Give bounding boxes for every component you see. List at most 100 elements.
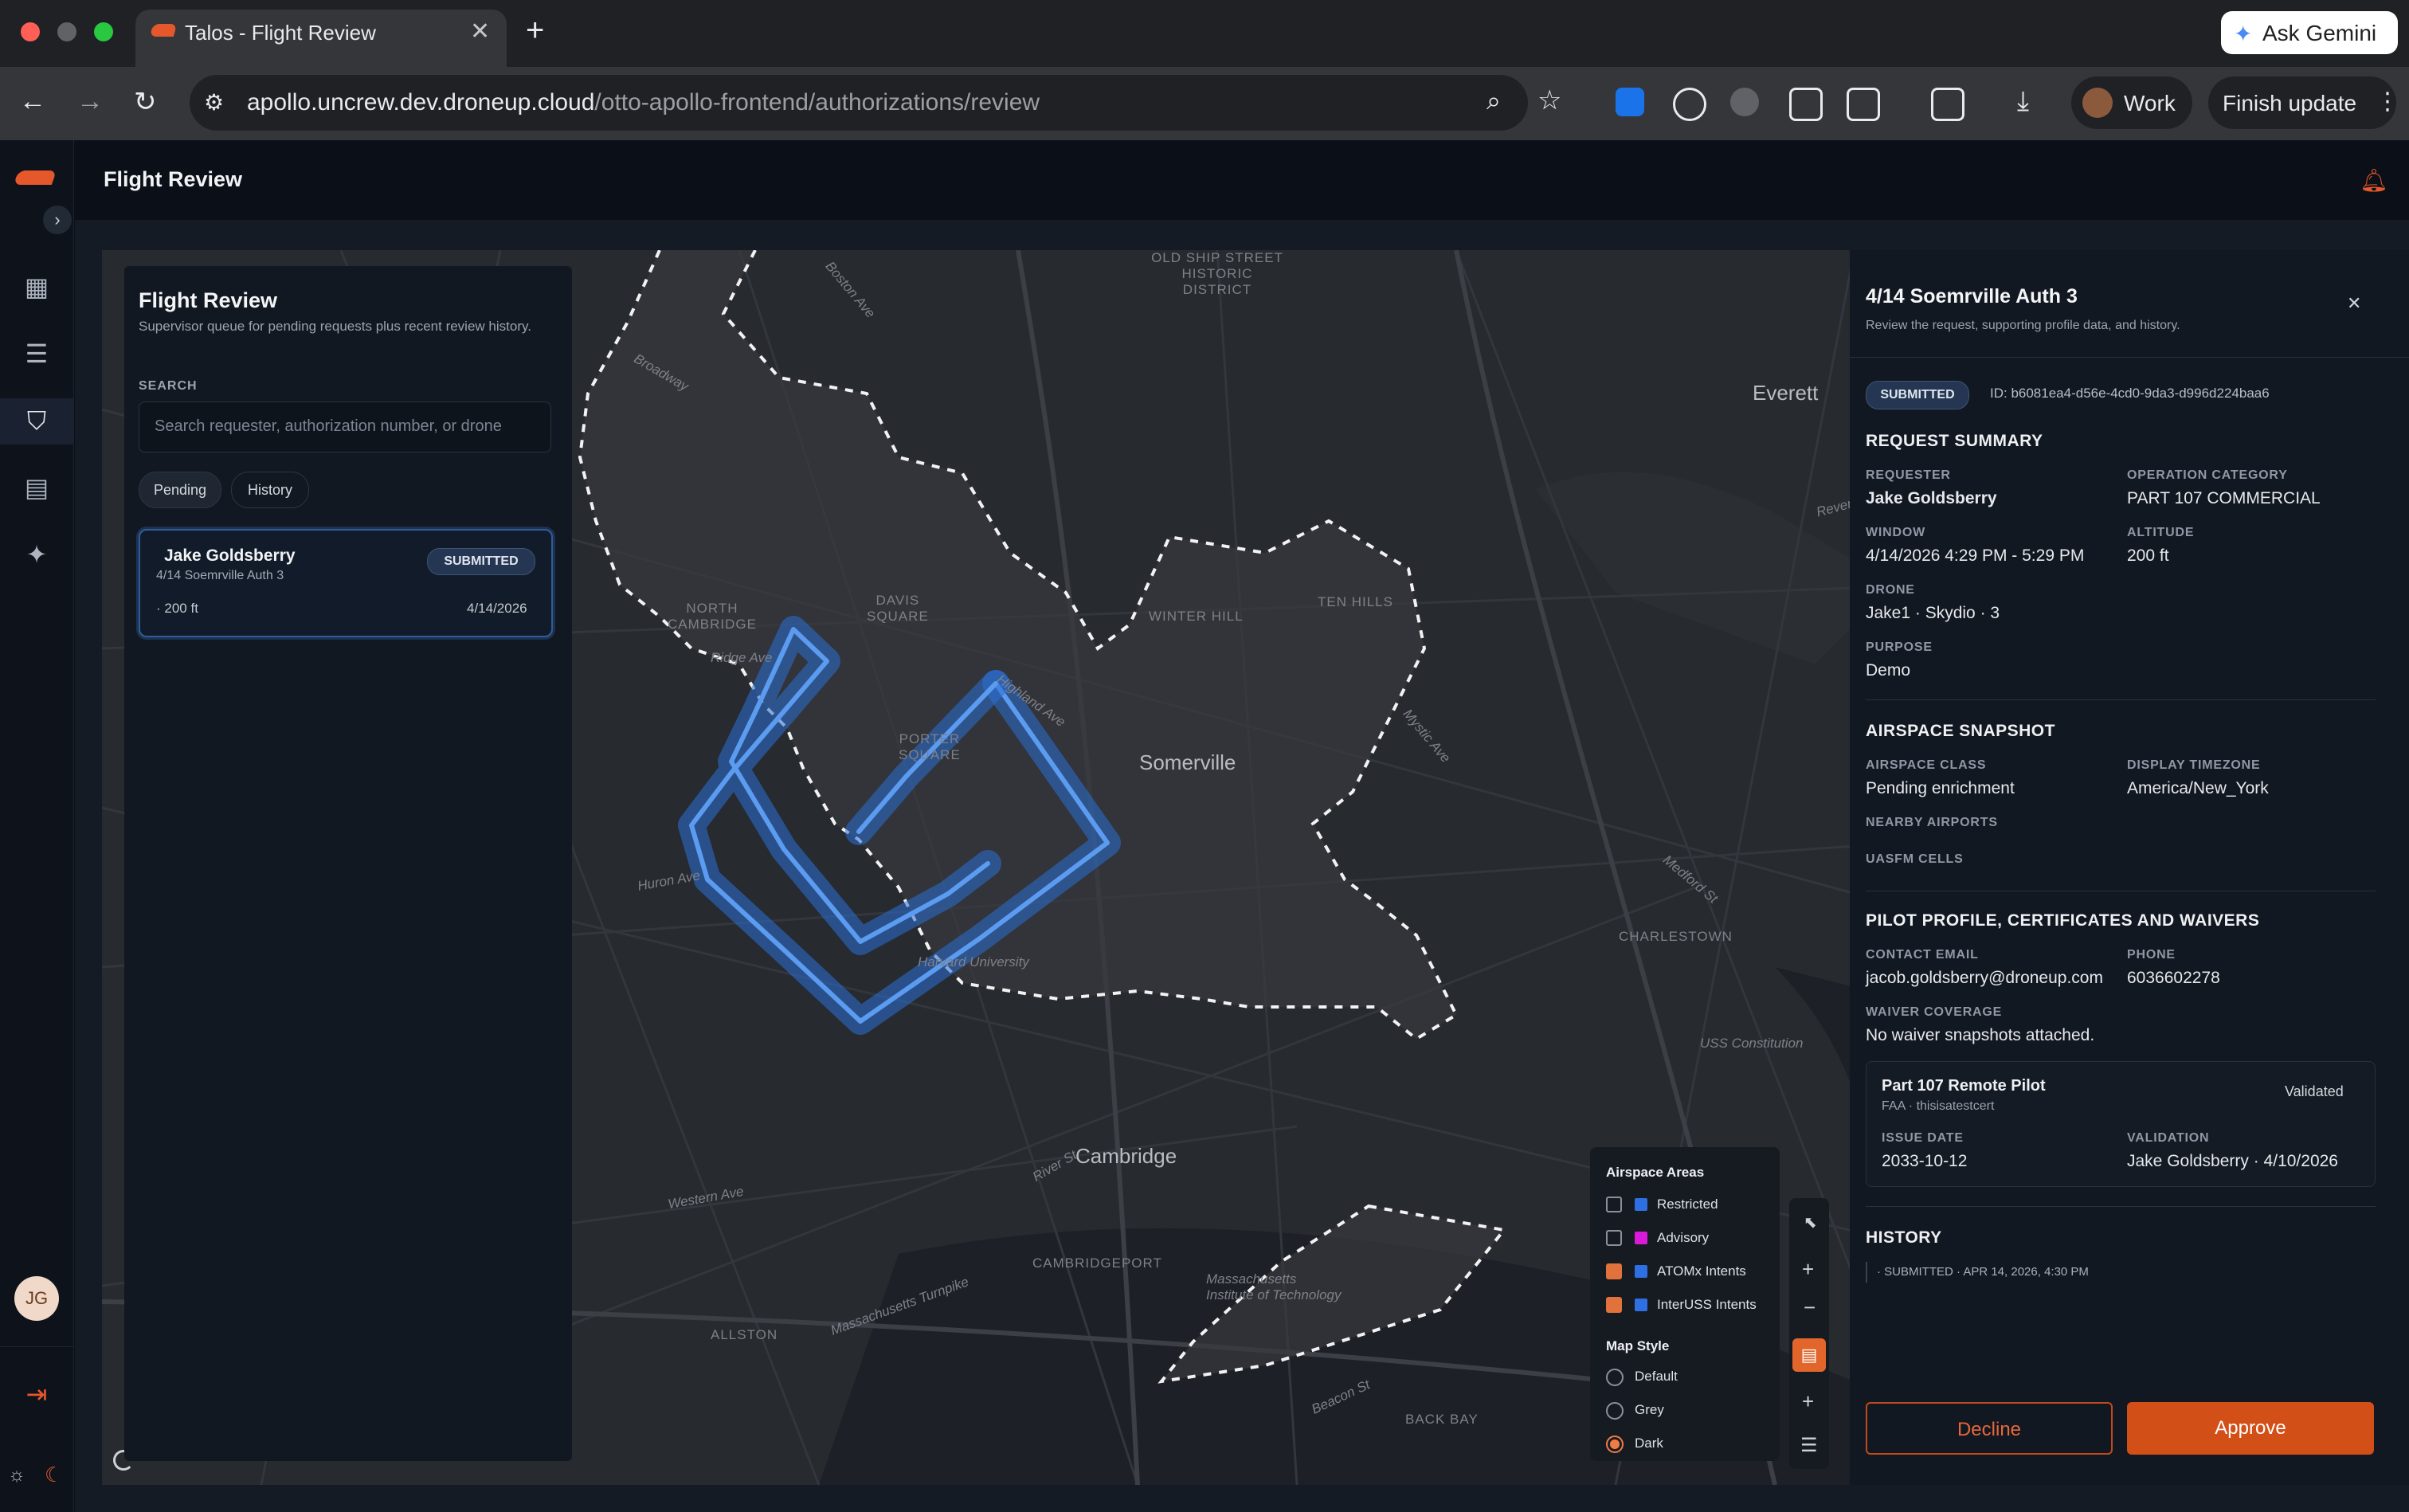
droneup-logo-icon[interactable] [13,170,57,185]
swatch-restricted [1635,1198,1647,1211]
airspace-snapshot-heading: AIRSPACE SNAPSHOT [1866,722,2055,740]
url-text[interactable]: apollo.uncrew.dev.droneup.cloud/otto-apo… [247,89,1040,116]
map-label-ridge-ave: Ridge Ave [711,650,773,665]
radio-dark[interactable] [1606,1436,1624,1453]
drone-value: Jake1 · Skydio · 3 [1866,604,2000,622]
dark-mode-icon[interactable]: ☾ [45,1463,63,1487]
finish-update-label: Finish update [2223,91,2357,116]
extension-icon[interactable] [1616,88,1644,116]
dashboard-icon[interactable]: ▦ [21,271,53,303]
detail-title: 4/14 Soemrville Auth 3 [1866,285,2078,307]
detail-status-badge: SUBMITTED [1866,381,1969,409]
sparkle-icon[interactable]: ✦ [21,539,53,570]
tab-search-icon[interactable] [1931,88,1964,121]
add-icon[interactable]: + [1802,1389,1814,1414]
expand-sidebar-icon[interactable]: › [43,206,72,234]
legend-interuss-label: InterUSS Intents [1657,1297,1757,1312]
compass-icon[interactable]: ⬉ [1804,1212,1817,1232]
map-label-mit: Massachusetts Institute of Technology [1206,1271,1342,1302]
decline-button[interactable]: Decline [1866,1402,2113,1455]
waiver-label: WAIVER COVERAGE [1866,1005,2003,1019]
queue-subtitle: Supervisor queue for pending requests pl… [139,319,531,334]
minimize-window-button[interactable] [57,22,76,41]
profile-button[interactable]: Work [2071,76,2192,129]
issue-date-label: ISSUE DATE [1882,1131,1964,1145]
finish-update-button[interactable]: Finish update ⋮ [2208,76,2399,129]
zoom-in-icon[interactable]: + [1802,1257,1814,1282]
map-label-davis-square: DAVIS SQUARE [867,593,929,624]
map-tools [1789,1198,1829,1469]
map-label-back-bay: BACK BAY [1405,1412,1479,1427]
category-value: PART 107 COMMERCIAL [2127,489,2321,507]
tab-close-icon[interactable]: ✕ [470,18,490,45]
ask-gemini-button[interactable]: ✦ Ask Gemini [2221,11,2398,54]
window-value: 4/14/2026 4:29 PM - 5:29 PM [1866,546,2085,565]
certificate-status: Validated [2285,1083,2344,1099]
zoom-icon[interactable]: ⌕ [1487,86,1501,116]
map-label-harvard: Harvard University [918,954,1029,969]
approve-button[interactable]: Approve [2127,1402,2374,1455]
request-requester: Jake Goldsberry [164,546,296,565]
gemini-sparkle-icon: ✦ [2234,22,2253,46]
map-label-cambridgeport: CAMBRIDGEPORT [1032,1255,1162,1271]
legend-list-icon[interactable]: ☰ [1800,1434,1818,1457]
logout-icon[interactable]: ⇥ [21,1378,53,1410]
zoom-out-icon[interactable]: − [1804,1295,1816,1320]
nearby-airports-label: NEARBY AIRPORTS [1866,816,1998,829]
forward-icon[interactable]: → [76,86,104,117]
extension-gear-icon[interactable] [1730,88,1759,116]
altitude-label: ALTITUDE [2127,526,2195,539]
timezone-value: America/New_York [2127,779,2269,797]
certificate-subtitle: FAA · thisisatestcert [1882,1099,1995,1113]
section-divider [1866,1206,2376,1207]
tab-history[interactable]: History [231,472,309,508]
altitude-value: 200 ft [2127,546,2169,565]
search-placeholder: Search requester, authorization number, … [155,417,502,435]
new-tab-button[interactable]: + [526,13,544,49]
extension-password-icon[interactable] [1673,88,1706,121]
airspace-class-value: Pending enrichment [1866,779,2015,797]
reload-icon[interactable]: ↻ [134,86,157,118]
swatch-atomx-intents [1635,1265,1647,1278]
map-label-uss-constitution: USS Constitution [1700,1036,1804,1051]
checkbox-advisory[interactable] [1606,1230,1622,1246]
email-value: jacob.goldsberry@droneup.com [1866,969,2103,987]
list-icon[interactable]: ☰ [21,338,53,370]
close-icon[interactable]: ✕ [2347,293,2361,314]
download-icon[interactable]: ⤓ [2017,86,2029,117]
phone-value: 6036602278 [2127,969,2220,987]
detail-id: ID: b6081ea4-d56e-4cd0-9da3-d996d224baa6 [1990,386,2270,401]
map-icon[interactable]: ▤ [21,472,53,503]
extension-bolt-icon[interactable] [1789,88,1823,121]
maximize-window-button[interactable] [94,22,113,41]
waiver-value: No waiver snapshots attached. [1866,1026,2095,1044]
request-card[interactable] [139,529,553,637]
requester-label: REQUESTER [1866,468,1951,482]
map-style-title: Map Style [1606,1338,1670,1353]
tab-pending[interactable]: Pending [139,472,221,508]
bookmark-star-icon[interactable]: ☆ [1537,84,1561,116]
map-label-allston: ALLSTON [711,1327,778,1342]
close-window-button[interactable] [21,22,40,41]
back-icon[interactable]: ← [19,86,46,117]
notification-bell-icon[interactable]: 🔔︎ [2360,167,2388,194]
category-label: OPERATION CATEGORY [2127,468,2288,482]
checkbox-interuss-intents[interactable] [1606,1297,1622,1313]
user-avatar[interactable]: JG [14,1276,59,1321]
radio-grey[interactable] [1606,1402,1624,1420]
email-label: CONTACT EMAIL [1866,948,1979,962]
request-altitude: · 200 ft [156,601,198,616]
history-timeline [1866,1262,1867,1283]
airspace-areas-title: Airspace Areas [1606,1165,1705,1180]
radio-default[interactable] [1606,1369,1624,1386]
layers-map-icon[interactable]: ▤ [1792,1338,1826,1372]
uasfm-cells-label: UASFM CELLS [1866,852,1964,866]
site-settings-icon[interactable]: ⚙ [204,89,224,116]
droneup-favicon-icon [149,24,178,37]
extensions-puzzle-icon[interactable] [1847,88,1880,121]
checkbox-atomx-intents[interactable] [1606,1263,1622,1279]
light-mode-icon[interactable]: ☼ [8,1464,25,1487]
pilot-profile-heading: PILOT PROFILE, CERTIFICATES AND WAIVERS [1866,911,2260,930]
checkbox-restricted[interactable] [1606,1197,1622,1212]
timezone-label: DISPLAY TIMEZONE [2127,758,2261,772]
